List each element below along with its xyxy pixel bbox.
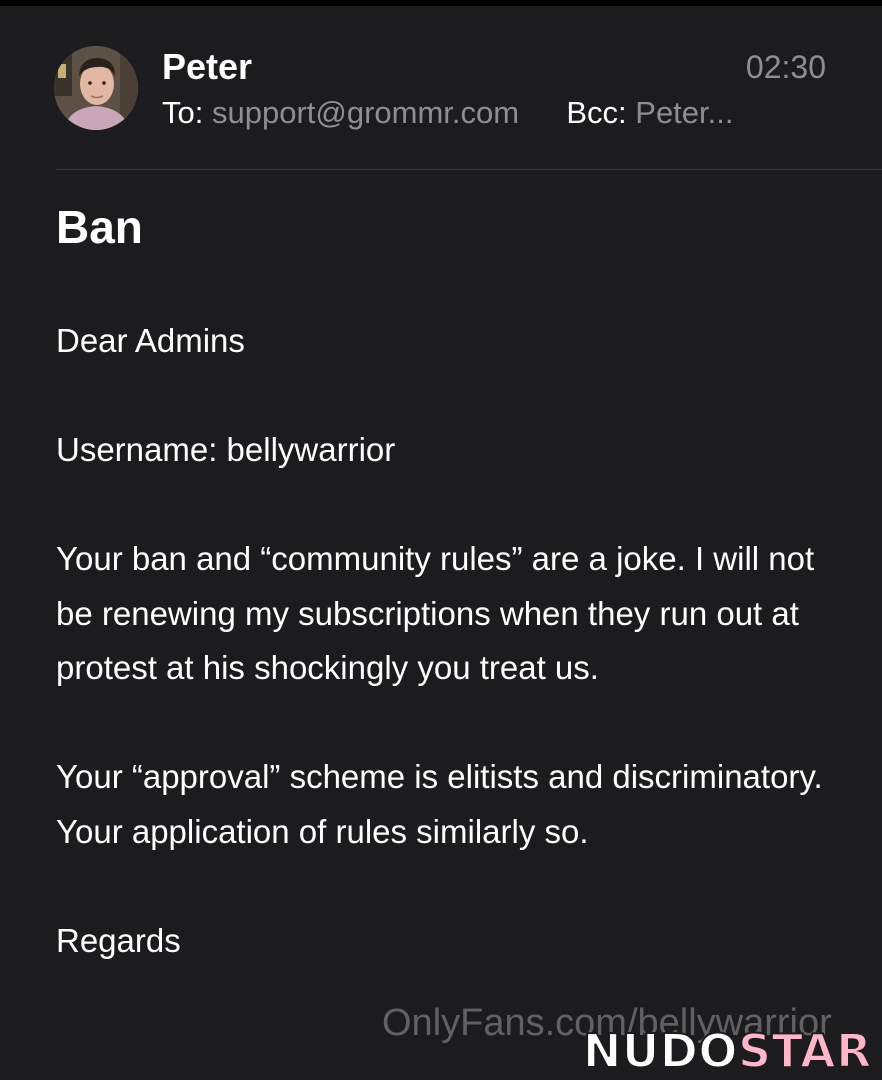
bcc-address[interactable]: Peter... xyxy=(635,95,733,130)
user-photo-icon xyxy=(54,46,138,130)
username-text: Username: bellywarrior xyxy=(56,431,396,468)
bcc-label: Bcc: xyxy=(566,95,627,130)
sender-name[interactable]: Peter xyxy=(162,46,252,88)
header-divider xyxy=(56,169,882,170)
signoff-text: Regards xyxy=(56,921,181,959)
watermark-logo-part2: STAR xyxy=(737,1023,872,1079)
to-address[interactable]: support@grommr.com xyxy=(212,95,519,130)
watermark-logo-part1: NUDO xyxy=(582,1023,739,1079)
body-paragraph-2: Your “approval” scheme is elitists and d… xyxy=(56,758,823,850)
message-subject: Ban xyxy=(56,201,143,253)
body-paragraph-1: Your ban and “community rules” are a jok… xyxy=(56,540,815,686)
greeting-text: Dear Admins xyxy=(56,322,245,359)
message-body: Dear Admins Username: bellywarrior Your … xyxy=(56,314,856,968)
message-header: Peter 02:30 To: support@grommr.com Bcc: … xyxy=(0,6,882,170)
sender-avatar[interactable] xyxy=(54,46,138,130)
message-time: 02:30 xyxy=(745,49,826,85)
to-label: To: xyxy=(162,95,204,130)
recipients-line[interactable]: To: support@grommr.com Bcc: Peter... xyxy=(162,95,734,131)
watermark-logo: NUDOSTAR xyxy=(582,1023,873,1079)
